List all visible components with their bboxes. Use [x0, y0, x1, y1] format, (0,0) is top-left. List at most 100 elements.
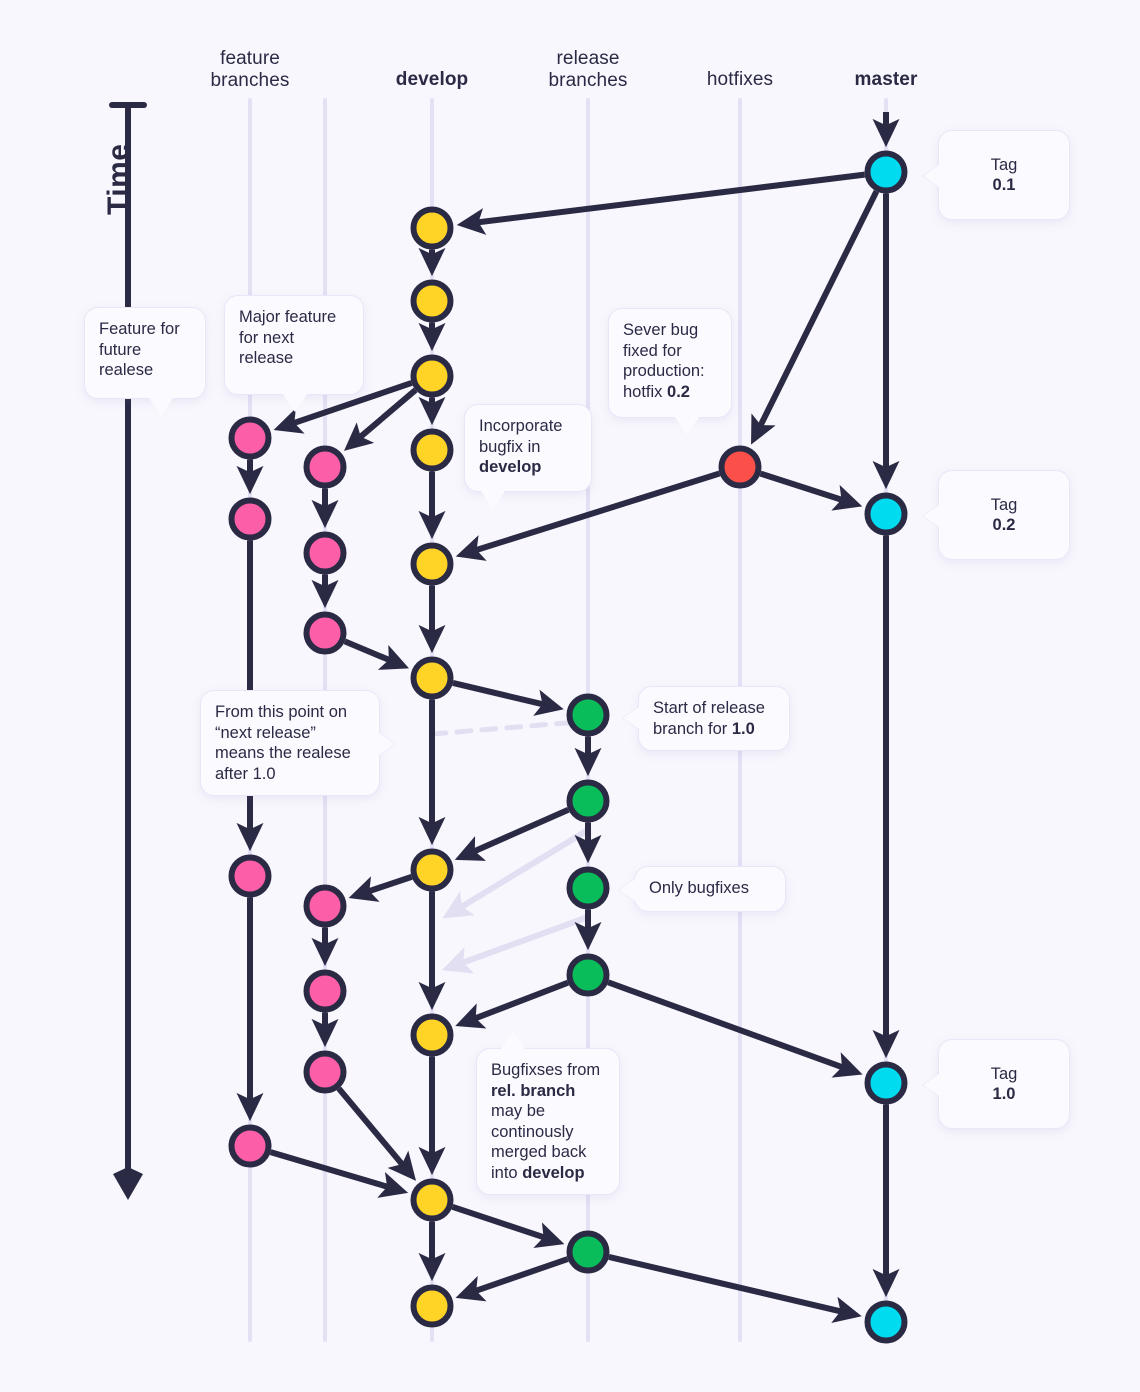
- dashed-connectors: [429, 719, 581, 737]
- callout-tail: [623, 707, 639, 729]
- commit-node-fb1[interactable]: [303, 445, 347, 489]
- commit-node-fb4[interactable]: [303, 884, 347, 928]
- gitflow-diagram: feature branches develop release branches h…: [0, 0, 1140, 1392]
- edge-r4-to-d8: [455, 979, 570, 1029]
- commit-node-d6[interactable]: [410, 656, 454, 700]
- edge-r5-to-m4: [608, 1253, 862, 1323]
- commit-dot-develop: [410, 1013, 454, 1057]
- callout-tail: [923, 165, 939, 187]
- callout-tail: [379, 733, 395, 755]
- commit-dot-develop: [410, 206, 454, 250]
- column-title-develop: develop: [395, 69, 469, 90]
- commit-dot-release: [566, 693, 610, 737]
- commit-node-r1[interactable]: [566, 693, 610, 737]
- callout-severe-bug: Sever bug fixed for production: hotfix 0.2: [608, 308, 732, 435]
- callout-tail: [149, 398, 173, 416]
- commit-node-fa4[interactable]: [228, 1124, 272, 1168]
- dashed-edge-0: [429, 719, 581, 737]
- commit-node-d9[interactable]: [410, 1178, 454, 1222]
- commit-dot-feature: [228, 1124, 272, 1168]
- commit-dot-release: [566, 866, 610, 910]
- callout-tail: [923, 505, 939, 527]
- commit-node-h1[interactable]: [718, 445, 762, 489]
- commit-dot-develop: [410, 656, 454, 700]
- commit-node-r5[interactable]: [566, 1230, 610, 1274]
- callout-tail: [501, 1031, 525, 1049]
- commit-node-fb3[interactable]: [303, 611, 347, 655]
- commit-dot-develop: [410, 1284, 454, 1328]
- callout-tag-10: Tag 1.0: [923, 1039, 1070, 1129]
- callout-next-release-note: From this point on “next release” means th…: [200, 690, 395, 796]
- commit-node-d3[interactable]: [410, 354, 454, 398]
- commit-node-fb2[interactable]: [303, 531, 347, 575]
- commit-dot-develop: [410, 279, 454, 323]
- edge-fa4-to-d9: [269, 1149, 409, 1198]
- commit-dot-develop: [410, 428, 454, 472]
- commit-node-d4[interactable]: [410, 428, 454, 472]
- commit-dot-feature: [228, 416, 272, 460]
- column-title-master: master: [854, 69, 918, 90]
- commit-node-d2[interactable]: [410, 279, 454, 323]
- commit-node-d1[interactable]: [410, 206, 454, 250]
- commit-dot-release: [566, 953, 610, 997]
- commit-dot-develop: [410, 848, 454, 892]
- commit-dot-develop: [410, 1178, 454, 1222]
- commit-node-m3[interactable]: [864, 1061, 908, 1105]
- callout-tag-02: Tag 0.2: [923, 470, 1070, 560]
- edge-d6-to-r1: [452, 680, 564, 716]
- column-title-release: release branches: [548, 48, 628, 91]
- ghost-edge-1: [441, 914, 590, 974]
- commit-node-fb5[interactable]: [303, 969, 347, 1013]
- commit-dot-master: [864, 150, 908, 194]
- callout-tail: [675, 417, 699, 435]
- callout-bugfixes-merged-back: Bugfixses from rel. branch may be continous…: [476, 1031, 620, 1195]
- time-axis-arrowhead: [113, 1167, 143, 1200]
- commit-dot-feature: [303, 445, 347, 489]
- edge-m1-to-d1: [456, 171, 866, 235]
- callout-major-feature: Major feature for next release: [224, 295, 364, 412]
- edge-r5-to-d10: [455, 1256, 569, 1302]
- commit-node-m4[interactable]: [864, 1300, 908, 1344]
- time-axis-label: Time: [102, 143, 135, 215]
- callout-incorporate-bugfix: Incorporate bugfix in develop: [464, 404, 592, 509]
- commit-node-r4[interactable]: [566, 953, 610, 997]
- commit-node-d5[interactable]: [410, 542, 454, 586]
- column-title-feature-a: feature branches: [210, 48, 290, 91]
- edge-d7-to-fb4: [348, 874, 413, 902]
- commit-node-fa1[interactable]: [228, 416, 272, 460]
- commit-dot-feature: [303, 884, 347, 928]
- callout-tag-01: Tag 0.1: [923, 130, 1070, 220]
- column-title-hotfixes: hotfixes: [706, 69, 774, 90]
- edge-h1-to-m2: [759, 470, 863, 511]
- commit-node-m1[interactable]: [864, 150, 908, 194]
- commit-node-r2[interactable]: [566, 779, 610, 823]
- commit-dot-feature: [303, 1050, 347, 1094]
- commit-dot-master: [864, 1300, 908, 1344]
- commit-node-m2[interactable]: [864, 492, 908, 536]
- commit-dot-feature: [228, 854, 272, 898]
- commit-dot-release: [566, 779, 610, 823]
- commit-node-fb6[interactable]: [303, 1050, 347, 1094]
- commit-node-d7[interactable]: [410, 848, 454, 892]
- edge-fb6-to-d9: [336, 1086, 417, 1181]
- ghost-edge-0: [442, 827, 590, 919]
- callout-feature-future: Feature for future realese: [84, 307, 206, 416]
- time-axis-arrow: [109, 102, 147, 1200]
- callout-tail: [283, 394, 307, 412]
- commit-node-fa2[interactable]: [228, 497, 272, 541]
- commit-dot-master: [864, 1061, 908, 1105]
- callout-only-bugfixes: Only bugfixes: [619, 866, 786, 912]
- callout-tail: [481, 491, 505, 509]
- callout-start-release-branch: Start of release branch for 1.0: [623, 686, 790, 751]
- callout-tail: [923, 1074, 939, 1096]
- commit-node-r3[interactable]: [566, 866, 610, 910]
- commit-dot-feature: [303, 611, 347, 655]
- callout-tail: [619, 879, 635, 901]
- commit-node-d8[interactable]: [410, 1013, 454, 1057]
- edge-r4-to-m3: [607, 979, 863, 1078]
- edge-fb3-to-d6: [343, 638, 410, 670]
- commit-node-d10[interactable]: [410, 1284, 454, 1328]
- commit-node-fa3[interactable]: [228, 854, 272, 898]
- edge-m1-to-h1: [751, 189, 880, 445]
- commit-dot-feature: [303, 531, 347, 575]
